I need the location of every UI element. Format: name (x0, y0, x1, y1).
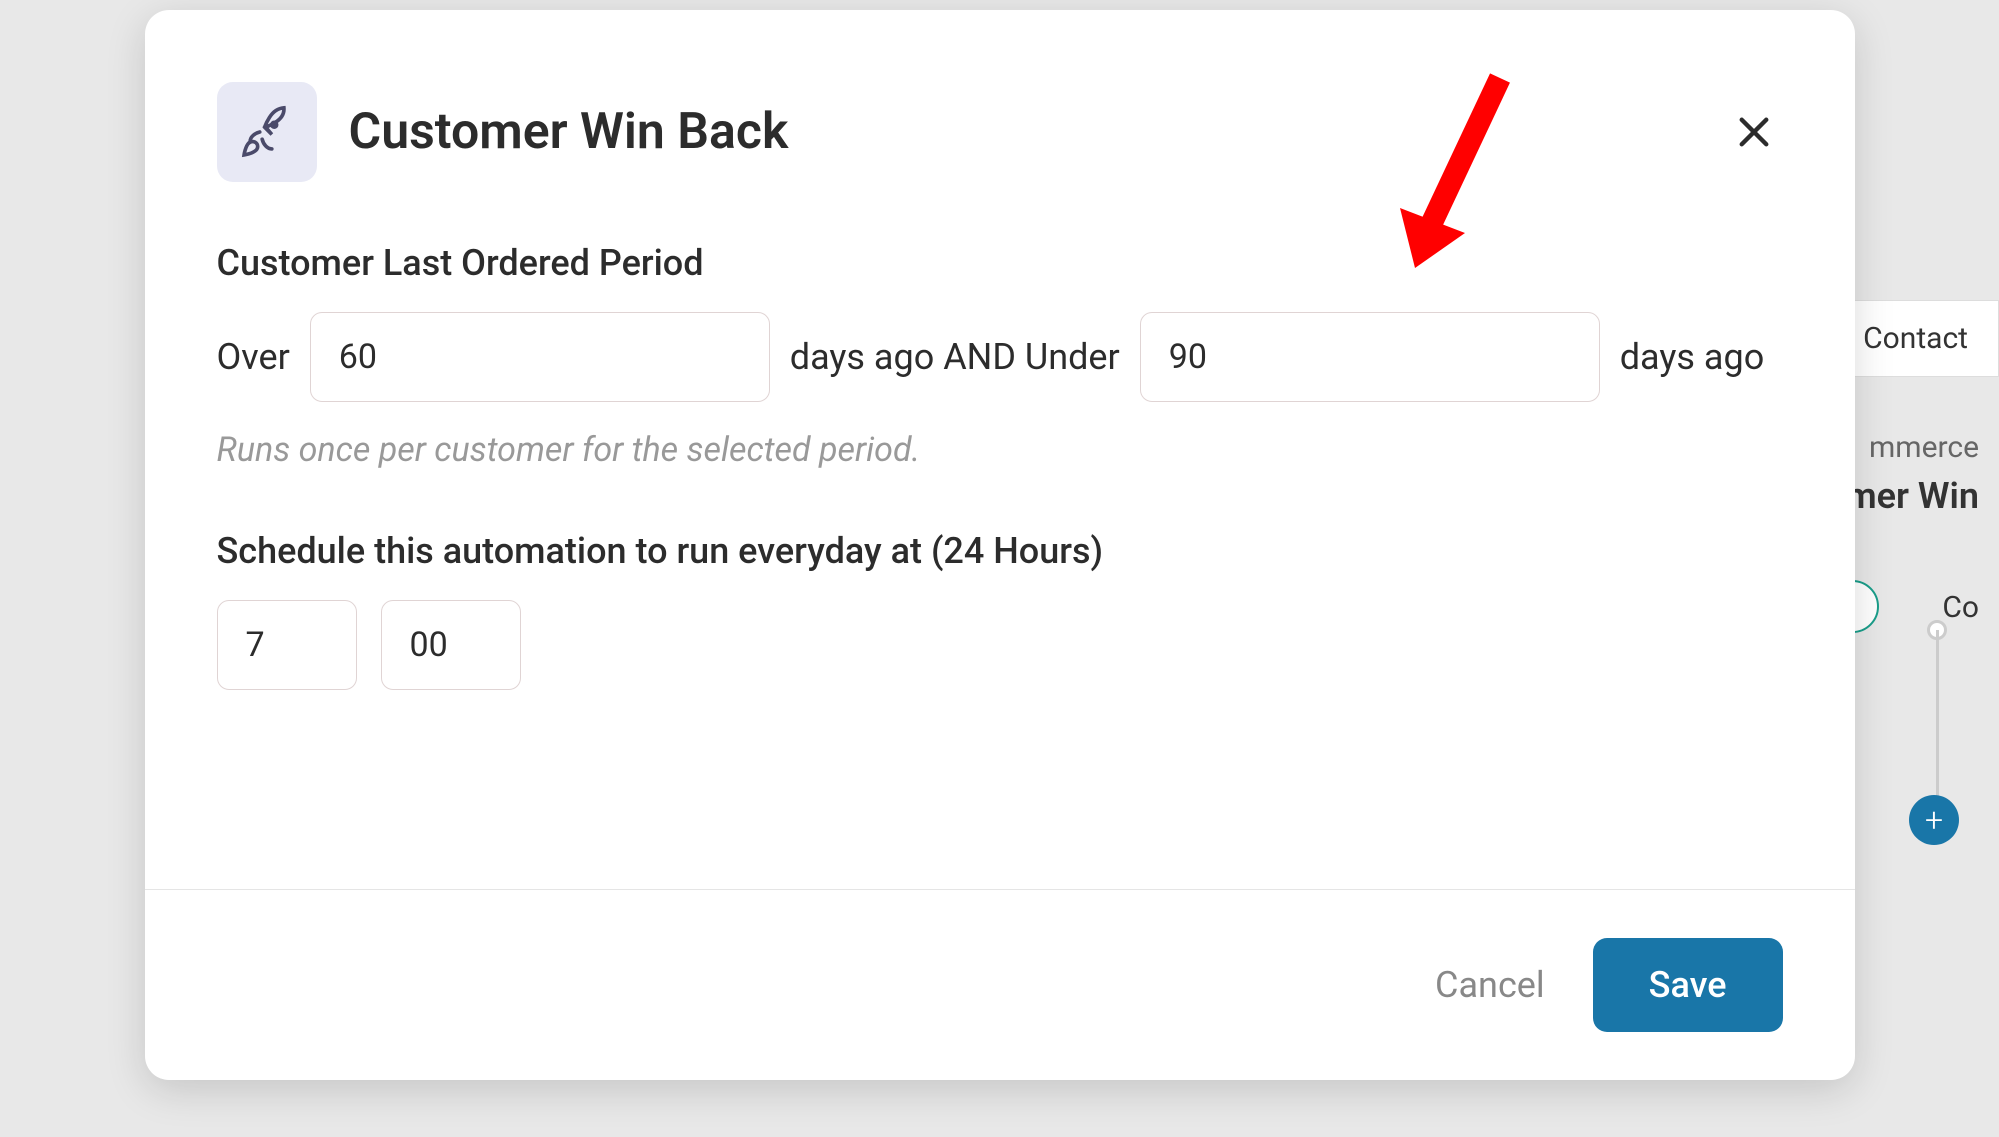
modal-body: Customer Last Ordered Period Over days a… (145, 182, 1855, 889)
period-row: Over days ago AND Under days ago (217, 312, 1783, 402)
save-button[interactable]: Save (1593, 938, 1783, 1032)
period-helper-text: Runs once per customer for the selected … (217, 430, 1783, 470)
text-over: Over (217, 336, 290, 378)
schedule-section-label: Schedule this automation to run everyday… (217, 530, 1783, 572)
customer-winback-modal: Customer Win Back Customer Last Ordered … (145, 10, 1855, 1080)
text-days-ago-and-under: days ago AND Under (790, 336, 1120, 378)
close-button[interactable] (1725, 103, 1783, 161)
close-icon (1733, 111, 1775, 153)
rocket-icon-box (217, 82, 317, 182)
hour-input[interactable] (217, 600, 357, 690)
modal-title: Customer Win Back (349, 103, 1693, 161)
time-row (217, 600, 1783, 690)
modal-overlay: Customer Win Back Customer Last Ordered … (0, 0, 1999, 1137)
rocket-icon (238, 103, 296, 161)
under-days-input[interactable] (1140, 312, 1600, 402)
cancel-button[interactable]: Cancel (1435, 964, 1545, 1006)
modal-header: Customer Win Back (145, 10, 1855, 182)
text-days-ago: days ago (1620, 336, 1765, 378)
period-section-label: Customer Last Ordered Period (217, 242, 1783, 284)
modal-footer: Cancel Save (145, 889, 1855, 1080)
over-days-input[interactable] (310, 312, 770, 402)
minute-input[interactable] (381, 600, 521, 690)
